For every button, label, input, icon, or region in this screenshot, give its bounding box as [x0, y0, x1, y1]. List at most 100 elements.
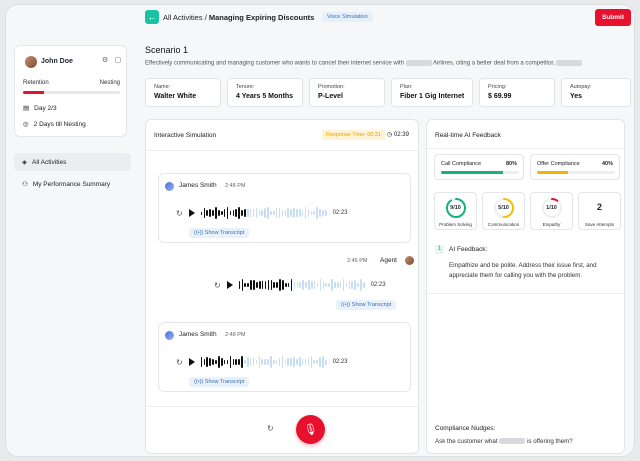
message-time: 2:48 PM	[225, 332, 246, 338]
waveform-bar	[258, 210, 261, 216]
waveform-bar	[298, 209, 301, 217]
waveform-bar	[255, 360, 258, 364]
waveform-bar	[256, 281, 258, 289]
day-line: ▤ Day 2/3	[23, 104, 57, 113]
customer-avatar	[165, 331, 174, 340]
feedback-item-text: Empathize and be polite. Address their i…	[449, 262, 597, 279]
info-card-name: Name: Walter White	[145, 78, 221, 107]
waveform[interactable]	[200, 355, 327, 369]
info-value: Yes	[570, 93, 583, 100]
waveform-bar	[212, 210, 214, 216]
info-card-autopay: Autopay: Yes	[561, 78, 631, 107]
waveform-bar	[302, 279, 304, 291]
waveform-bar	[272, 211, 275, 215]
waveform-bar	[282, 280, 284, 290]
waveform-bar	[310, 211, 313, 215]
waveform-bar	[293, 208, 295, 218]
info-card-plan: Plan: Fiber 1 Gig Internet	[391, 78, 473, 107]
waveform-bar	[209, 357, 211, 367]
info-value: Fiber 1 Gig Internet	[400, 93, 465, 100]
waveform-bar	[275, 207, 278, 219]
waveform-bar	[229, 211, 232, 215]
waveform-bar	[264, 208, 266, 218]
play-icon[interactable]	[188, 209, 195, 217]
info-card-tenure: Tenure: 4 Years 5 Months	[227, 78, 303, 107]
play-icon[interactable]	[188, 358, 195, 366]
divider	[146, 150, 418, 151]
waveform-bar	[322, 210, 324, 216]
replay-icon[interactable]: ↻	[176, 209, 183, 218]
nav-all-activities-label: All Activities	[32, 158, 67, 166]
microphone-icon: 🎙	[303, 424, 318, 436]
show-transcript-button[interactable]: ((•)) Show Transcript	[189, 377, 250, 387]
waveform-bar	[319, 278, 322, 292]
nav-all-activities[interactable]: ◈ All Activities	[14, 153, 131, 171]
waveform-bar	[319, 357, 321, 367]
waveform-bar	[267, 280, 270, 290]
show-transcript-button[interactable]: ((•)) Show Transcript	[336, 300, 397, 310]
waveform-bar	[287, 208, 290, 218]
waveform-bar	[249, 358, 252, 366]
replay-icon[interactable]: ↻	[214, 281, 221, 290]
microphone-button[interactable]: 🎙	[296, 415, 325, 444]
waveform-bar	[290, 279, 293, 291]
waveform-bar	[328, 282, 330, 288]
waveform[interactable]	[238, 278, 365, 292]
waveform-bar	[322, 281, 325, 289]
waveform-bar	[290, 209, 292, 217]
waveform-bar	[287, 283, 290, 287]
transcript-icon: ((•))	[194, 230, 204, 236]
waveform-bar	[206, 356, 209, 368]
waveform-bar	[241, 279, 244, 291]
compliance-nudges-title: Compliance Nudges:	[435, 425, 496, 432]
waveform-bar	[238, 358, 240, 366]
arrow-left-icon: ←	[147, 12, 157, 22]
waveform-bar	[226, 206, 229, 220]
submit-button[interactable]: Submit	[595, 9, 631, 26]
sidebar: John Doe ⚙ ▢ Retention Nesting ▤ Day 2/3…	[6, 5, 136, 456]
nav-performance-summary[interactable]: ⚇ My Performance Summary	[14, 175, 131, 193]
waveform-bar	[220, 210, 223, 215]
save-attempts-value: 2	[596, 202, 602, 212]
waveform-bar	[307, 208, 310, 218]
waveform-bar	[232, 210, 235, 216]
waveform-bar	[290, 358, 292, 366]
breadcrumb-root[interactable]: All Activities	[163, 13, 203, 22]
waveform-bar	[229, 355, 232, 369]
waveform-bar	[223, 360, 226, 364]
waveform-bar	[293, 280, 296, 290]
waveform-bar	[215, 359, 217, 365]
settings-icon[interactable]: ⚙	[101, 57, 109, 65]
info-label: Autopay:	[570, 84, 592, 90]
customer-info-cards: Name: Walter White Tenure: 4 Years 5 Mon…	[145, 78, 631, 107]
waveform-bar	[284, 283, 287, 287]
compliance-bar	[441, 171, 519, 174]
waveform-bar	[276, 282, 278, 288]
nesting-line: ◎ 2 Days till Nesting	[23, 120, 86, 129]
compliance-fill	[537, 171, 569, 174]
waveform-bar	[253, 279, 255, 291]
score-empathy: 1/10 Empathy	[530, 192, 573, 230]
waveform-bar	[284, 360, 287, 364]
waveform[interactable]	[200, 206, 327, 220]
waveform-bar	[226, 359, 229, 365]
score-value: 9/10	[450, 205, 461, 211]
waveform-bar	[241, 210, 243, 216]
panel-icon[interactable]: ▢	[114, 57, 122, 65]
waveform-bar	[261, 210, 263, 216]
reset-icon[interactable]: ↻	[267, 424, 274, 433]
back-button[interactable]: ←	[145, 10, 159, 24]
stage-left: Retention	[23, 80, 49, 86]
play-icon[interactable]	[226, 281, 233, 289]
feedback-title: Real-time AI Feedback	[435, 132, 501, 139]
stage-progress-bar	[23, 91, 120, 94]
show-transcript-button[interactable]: ((•)) Show Transcript	[189, 228, 250, 238]
replay-icon[interactable]: ↻	[176, 358, 183, 367]
customer-message: James Smith 2:48 PM ↻ 02:23 ((•)) Show T…	[158, 173, 411, 243]
scenario-title: Scenario 1	[145, 45, 189, 55]
ai-feedback-panel: Real-time AI Feedback Call Compliance 80…	[426, 119, 625, 454]
redacted-text	[499, 438, 526, 445]
waveform-bar	[360, 279, 362, 291]
waveform-bar	[218, 210, 220, 216]
avatar	[25, 56, 37, 68]
